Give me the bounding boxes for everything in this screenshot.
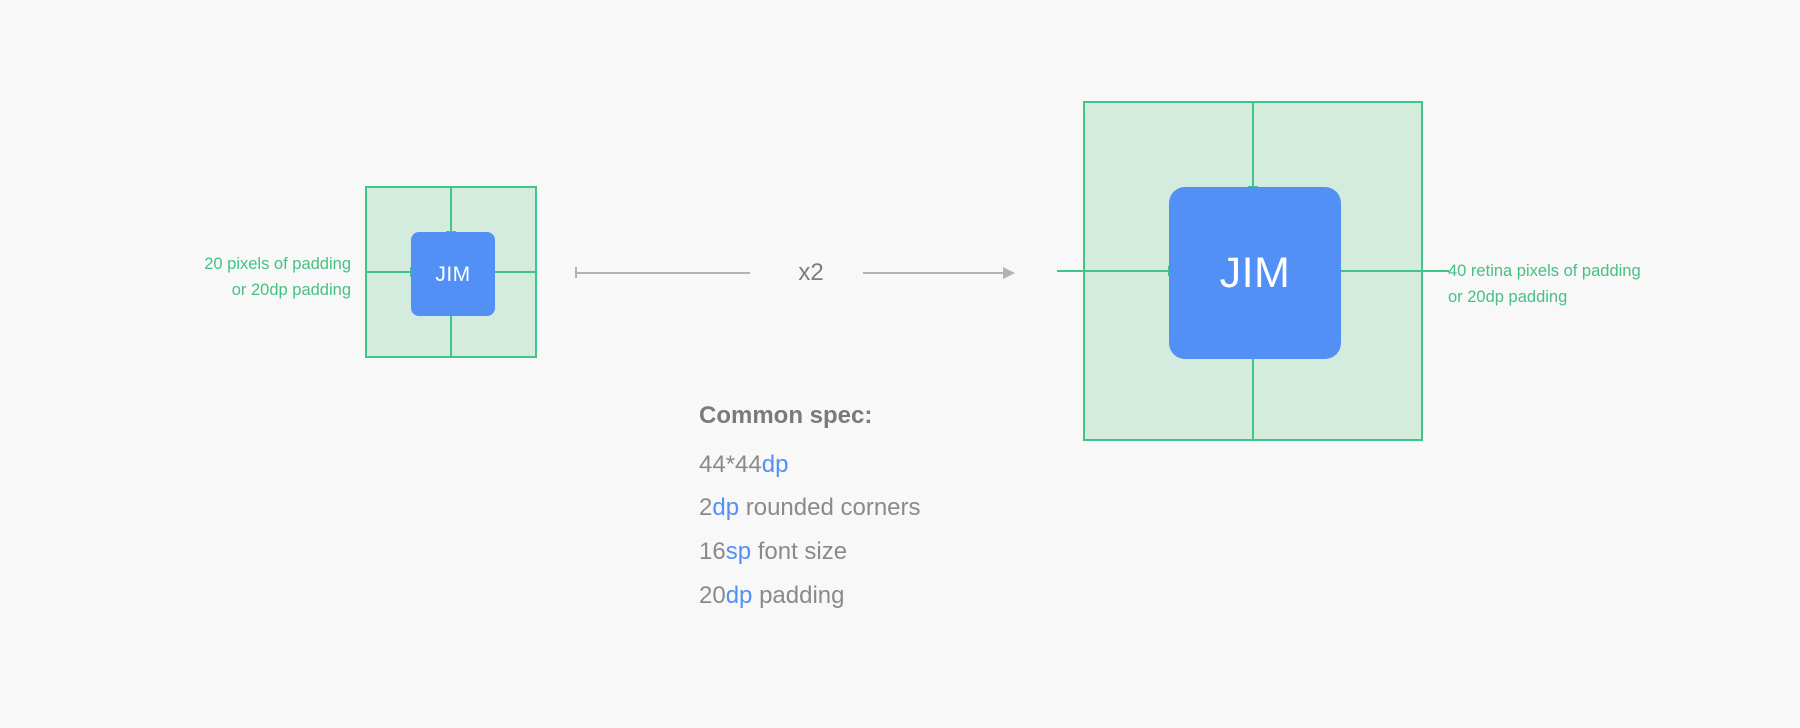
spec-box-2x: JIM (1083, 101, 1423, 441)
common-spec-title: Common spec: (699, 402, 873, 429)
common-spec-line: 44*44dp (699, 443, 921, 487)
guide-extension-left (1057, 270, 1085, 272)
spec-unit: dp (712, 494, 740, 522)
scale-arrow-group: x2 (575, 258, 1015, 288)
spec-value: 44*44 (699, 450, 762, 478)
guide-extension-right (1421, 270, 1449, 272)
spec-box-1x: JIM (365, 186, 537, 358)
guide-line-top-vertical (1252, 103, 1254, 187)
spec-unit: sp (725, 538, 752, 566)
spec-value: 16 (699, 538, 726, 566)
guide-line-bottom-vertical (450, 312, 452, 356)
guide-line-left-horizontal (1085, 270, 1169, 272)
jim-button-label: JIM (1219, 248, 1291, 297)
small-unit-caption: 20 pixels of padding or 20dp padding (204, 255, 351, 299)
arrow-line-right (863, 272, 1011, 274)
arrow-head-icon (1003, 266, 1015, 279)
guide-line-left-horizontal (367, 271, 411, 273)
guide-line-right-horizontal (491, 271, 535, 273)
common-spec-block: Common spec: 44*44dp 2dp rounded corners 1… (699, 402, 921, 617)
scale-factor-label: x2 (798, 259, 824, 286)
spec-suffix: rounded corners (739, 494, 921, 522)
jim-button-label: JIM (435, 262, 471, 286)
jim-button-2x[interactable]: JIM (1169, 187, 1341, 359)
guide-line-right-horizontal (1337, 270, 1421, 272)
common-spec-lines: 44*44dp 2dp rounded corners 16sp font size… (699, 443, 921, 618)
spec-value: 20 (699, 581, 726, 609)
common-spec-line: 2dp rounded corners (699, 486, 921, 530)
arrow-line-left (575, 272, 750, 274)
spec-value: 2 (699, 494, 713, 522)
diagram-canvas: 20 pixels of padding or 20dp padding JIM… (0, 0, 1800, 728)
jim-button-1x[interactable]: JIM (411, 232, 495, 316)
guide-line-top-vertical (450, 188, 452, 232)
common-spec-line: 20dp padding (699, 574, 921, 618)
spec-unit: dp (761, 450, 789, 478)
spec-unit: dp (725, 581, 753, 609)
spec-suffix: padding (752, 581, 845, 609)
large-unit-caption: 40 retina pixels of padding or 20dp padd… (1448, 262, 1641, 306)
spec-suffix: font size (751, 538, 848, 566)
guide-line-bottom-vertical (1252, 355, 1254, 439)
common-spec-line: 16sp font size (699, 530, 921, 574)
